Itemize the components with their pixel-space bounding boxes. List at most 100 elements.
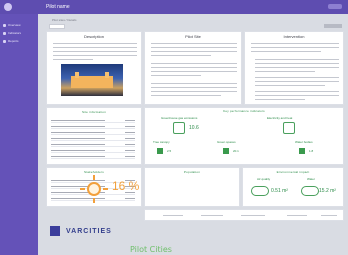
environment-title: Environmental impact	[276, 170, 310, 174]
row-value	[125, 138, 135, 139]
row-value	[125, 120, 135, 121]
row-value	[125, 132, 135, 133]
site-info-title: Site information	[81, 110, 107, 114]
intervention-bullet-line	[255, 91, 339, 92]
sun-ray	[93, 175, 95, 180]
story-text-line	[151, 87, 237, 88]
sun-core	[87, 182, 101, 196]
sidebar-item-label: Indicators	[8, 31, 22, 35]
footer-link[interactable]	[287, 215, 307, 216]
main-content: Pilot sites / Details Description Pilot …	[44, 16, 346, 254]
table-row	[51, 124, 135, 129]
kpi-label-trees: Tree canopy	[153, 140, 170, 144]
intervention-text-line	[251, 43, 339, 44]
sidebar-item-reports[interactable]: Reports	[3, 38, 19, 44]
footer-link[interactable]	[241, 215, 265, 216]
story-text-line	[151, 67, 237, 68]
intervention-text-line	[251, 51, 321, 52]
photo-text-line	[53, 51, 137, 52]
story-text-line	[151, 83, 237, 84]
varcities-brand[interactable]: VARCITIES	[66, 228, 112, 235]
row-key	[51, 126, 105, 127]
site-info-card: Site information	[46, 107, 142, 165]
table-row	[51, 130, 135, 135]
footer-link[interactable]	[163, 215, 183, 216]
castle-tower	[75, 72, 79, 78]
stakeholders-title: Stakeholders	[84, 170, 104, 174]
table-row	[51, 148, 135, 153]
logo-icon[interactable]	[4, 3, 12, 11]
story-card-title: Pilot Site	[185, 34, 201, 39]
top-bar: Pilot name	[0, 0, 348, 14]
kpi-section-ghg: Greenhouse gas emissions	[161, 116, 198, 120]
user-menu-button[interactable]	[328, 4, 342, 9]
footer-link[interactable]	[321, 215, 337, 216]
row-key	[51, 144, 105, 145]
kpi-label-green: Green spaces	[217, 140, 236, 144]
pilot-cities-heading: Pilot Cities	[130, 245, 172, 254]
row-key	[51, 132, 105, 133]
population-title: Population	[183, 170, 201, 174]
row-key	[51, 156, 105, 157]
row-key	[51, 138, 105, 139]
footer-link[interactable]	[201, 215, 223, 216]
chart-icon	[3, 31, 6, 35]
sidebar: Overview Indicators Reports	[0, 14, 38, 255]
language-select[interactable]	[49, 24, 65, 29]
kpi-label-water: Water bodies	[295, 140, 313, 144]
row-value	[125, 144, 135, 145]
intervention-bullet-line	[255, 81, 339, 82]
castle-tower	[105, 72, 109, 78]
intervention-bullet-line	[255, 77, 339, 78]
edit-link[interactable]	[324, 24, 342, 28]
table-row	[51, 118, 135, 123]
sidebar-item-indicators[interactable]: Indicators	[3, 30, 21, 36]
kpi-card: Key performance indicators Greenhouse ga…	[144, 107, 344, 165]
intervention-text-line	[251, 47, 339, 48]
sun-icon	[80, 175, 108, 203]
cloud-icon	[173, 122, 185, 134]
intervention-bullet-line	[255, 99, 305, 100]
breadcrumb[interactable]: Pilot sites / Details	[52, 18, 77, 22]
row-value	[125, 126, 135, 127]
story-text-line	[151, 47, 237, 48]
photo-text-line	[53, 55, 137, 56]
people-icon	[299, 148, 305, 154]
row-key	[51, 150, 105, 151]
table-row	[51, 136, 135, 141]
kpi-section-energy: Electricity and heat	[267, 116, 293, 120]
sidebar-item-label: Overview	[8, 23, 21, 27]
story-text-line	[151, 43, 237, 44]
row-key	[51, 120, 105, 121]
environment-sub-air: Air quality	[257, 177, 271, 181]
app-title: Pilot name	[46, 4, 70, 10]
site-photo	[61, 64, 123, 96]
table-row	[51, 154, 135, 159]
sidebar-item-overview[interactable]: Overview	[3, 22, 21, 28]
kpi-value-4: 1.8	[309, 149, 314, 153]
story-text-line	[151, 51, 237, 52]
story-text-line	[151, 55, 211, 56]
document-icon	[283, 122, 295, 134]
intervention-bullet-line	[255, 71, 315, 72]
dashboard-icon	[3, 23, 6, 27]
sun-ray	[103, 188, 108, 190]
row-value	[125, 156, 135, 157]
intervention-bullet-line	[255, 95, 339, 96]
table-row	[51, 142, 135, 147]
intervention-bullet-line	[255, 85, 325, 86]
environment-value-1: 0.51 m²	[271, 188, 288, 194]
varcities-logo-icon[interactable]	[50, 226, 60, 236]
people-icon	[223, 148, 229, 154]
kpi-value-3: 20.1	[233, 149, 239, 153]
kpi-title: Key performance indicators	[223, 109, 265, 113]
intervention-card: Intervention	[244, 31, 344, 105]
photo-text-line	[53, 59, 93, 60]
population-percentage: 16 %	[112, 179, 140, 193]
document-icon	[3, 39, 6, 43]
row-value	[125, 198, 135, 199]
intervention-bullet-line	[255, 59, 339, 60]
photo-card-title: Description	[83, 34, 104, 39]
story-text-line	[151, 91, 237, 92]
sun-ray	[93, 198, 95, 203]
